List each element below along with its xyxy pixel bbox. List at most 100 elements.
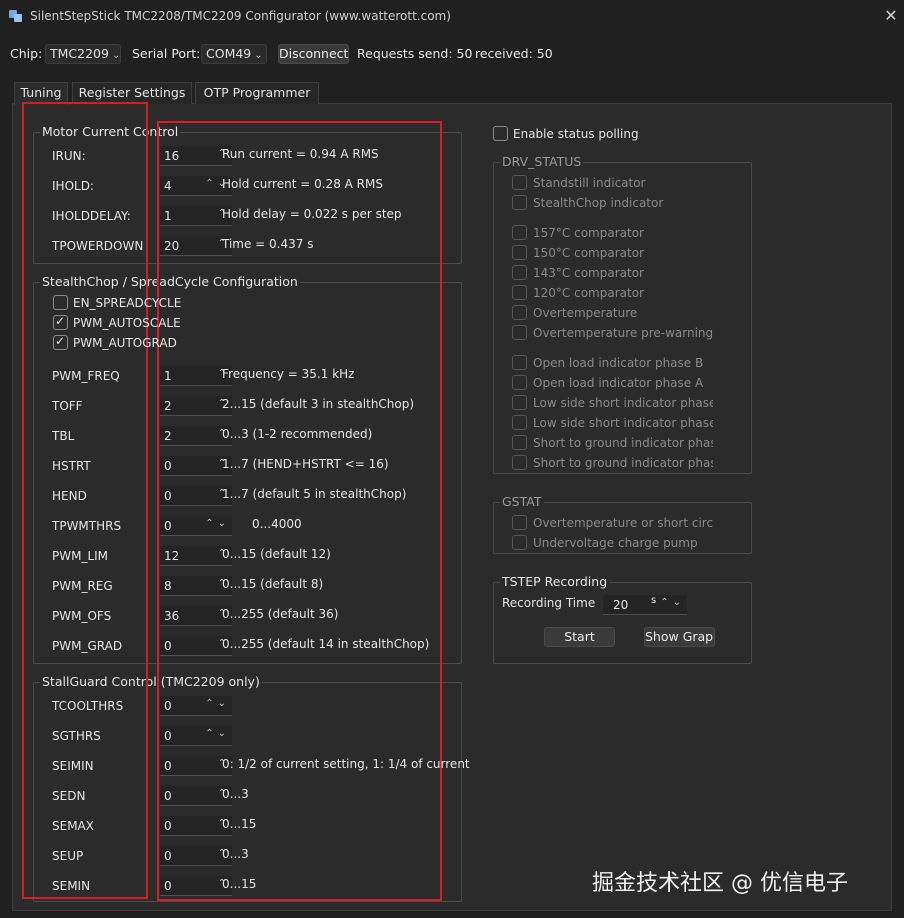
drv-status-checkbox bbox=[512, 225, 527, 240]
serial-port-select[interactable]: COM49 ⌄ bbox=[201, 44, 267, 64]
spin-arrows-icon[interactable]: ⌃⌄ bbox=[205, 698, 230, 709]
spin-arrows-icon[interactable]: ⌃⌄ bbox=[205, 728, 230, 739]
hend-value: 0 bbox=[164, 489, 172, 503]
tbl-label: TBL bbox=[52, 429, 75, 443]
drv-status-checkbox bbox=[512, 415, 527, 430]
pwm_lim-description: 0...15 (default 12) bbox=[222, 547, 331, 561]
drv-status-label: 120°C comparator bbox=[533, 286, 644, 300]
sedn-description: 0...3 bbox=[222, 787, 249, 801]
start-recording-button[interactable]: Start bbox=[544, 627, 615, 647]
drv-status-label: StealthChop indicator bbox=[533, 196, 664, 210]
pwm-autoscale-checkbox[interactable] bbox=[53, 314, 68, 330]
semin-description: 0...15 bbox=[222, 877, 257, 891]
semin-label: SEMIN bbox=[52, 879, 91, 893]
pwm_freq-description: Frequency = 35.1 kHz bbox=[222, 367, 355, 381]
tab-register-settings[interactable]: Register Settings bbox=[72, 82, 192, 104]
drv-status-label: Open load indicator phase B bbox=[533, 356, 704, 370]
pwm_ofs-label: PWM_OFS bbox=[52, 609, 112, 623]
requests-sent-text: Requests send: 50 bbox=[357, 46, 473, 61]
pwm_lim-value: 12 bbox=[164, 549, 180, 563]
drv-status-label: Low side short indicator phase bbox=[533, 416, 713, 430]
pwm_grad-label: PWM_GRAD bbox=[52, 639, 123, 653]
ihold-label: IHOLD: bbox=[52, 179, 94, 193]
watermark-text: 掘金技术社区 @ 优信电子 bbox=[592, 871, 848, 896]
pwm_lim-label: PWM_LIM bbox=[52, 549, 109, 563]
requests-received-text: received: 50 bbox=[475, 46, 553, 61]
drv-status-checkbox bbox=[512, 395, 527, 410]
semax-value: 0 bbox=[164, 819, 172, 833]
irun-description: Run current = 0.94 A RMS bbox=[222, 147, 379, 161]
drv-status-checkbox bbox=[512, 285, 527, 300]
irun-label: IRUN: bbox=[52, 149, 86, 163]
drv-status-checkbox bbox=[512, 435, 527, 450]
sgthrs-value: 0 bbox=[164, 729, 172, 743]
pwm_freq-value: 1 bbox=[164, 369, 172, 383]
tab-otp-programmer[interactable]: OTP Programmer bbox=[195, 82, 319, 104]
drv-status-checkbox bbox=[512, 305, 527, 320]
chip-select[interactable]: TMC2209 ⌄ bbox=[45, 44, 121, 64]
tpowerdown-description: Time = 0.437 s bbox=[222, 237, 314, 251]
drv-status-checkbox bbox=[512, 455, 527, 470]
spin-arrows-icon[interactable]: ⌃⌄ bbox=[660, 597, 685, 608]
tpwmthrs-spinbox[interactable]: 0 ⌃⌄ bbox=[160, 516, 232, 536]
iholddelay-label: IHOLDDELAY: bbox=[52, 209, 131, 223]
hend-label: HEND bbox=[52, 489, 87, 503]
sgthrs-spinbox[interactable]: 0 ⌃⌄ bbox=[160, 726, 232, 746]
drv-status-label: Short to ground indicator phas bbox=[533, 436, 713, 450]
gstat-checkbox bbox=[512, 535, 527, 550]
seimin-label: SEIMIN bbox=[52, 759, 94, 773]
recording-time-label: Recording Time bbox=[502, 596, 596, 610]
show-graph-button[interactable]: Show Graph bbox=[644, 627, 715, 647]
window-title: SilentStepStick TMC2208/TMC2209 Configur… bbox=[30, 9, 451, 23]
pwm_reg-description: 0...15 (default 8) bbox=[222, 577, 324, 591]
hend-description: 1...7 (default 5 in stealthChop) bbox=[222, 487, 407, 501]
drv-status-label: 157°C comparator bbox=[533, 226, 644, 240]
seup-description: 0...3 bbox=[222, 847, 249, 861]
chip-label: Chip: bbox=[10, 46, 43, 61]
tcoolthrs-spinbox[interactable]: 0 ⌃⌄ bbox=[160, 696, 232, 716]
sedn-value: 0 bbox=[164, 789, 172, 803]
drv-status-label: Overtemperature pre-warning bbox=[533, 326, 713, 340]
drv-status-label: 143°C comparator bbox=[533, 266, 644, 280]
chevron-down-icon: ⌄ bbox=[254, 50, 263, 61]
tpowerdown-label: TPOWERDOWN bbox=[52, 239, 144, 253]
close-icon[interactable]: ✕ bbox=[880, 5, 902, 27]
recording-time-spinbox[interactable]: 20 s ⌃⌄ bbox=[603, 595, 687, 615]
serial-port-label: Serial Port: bbox=[132, 46, 201, 61]
pwm-autoscale-label: PWM_AUTOSCALE bbox=[73, 316, 181, 330]
en-spreadcycle-checkbox[interactable] bbox=[53, 295, 68, 310]
drv-status-checkbox bbox=[512, 175, 527, 190]
status-polling-label: Enable status polling bbox=[513, 127, 639, 141]
hstrt-label: HSTRT bbox=[52, 459, 91, 473]
drv-status-label: 150°C comparator bbox=[533, 246, 644, 260]
spin-arrows-icon[interactable]: ⌃⌄ bbox=[205, 518, 230, 529]
drv-status-label: Standstill indicator bbox=[533, 176, 646, 190]
irun-value: 16 bbox=[164, 149, 180, 163]
seup-value: 0 bbox=[164, 849, 172, 863]
tbl-value: 2 bbox=[164, 429, 172, 443]
drv-status-checkbox bbox=[512, 265, 527, 280]
toff-value: 2 bbox=[164, 399, 172, 413]
drv-status-label: Short to ground indicator phas bbox=[533, 456, 713, 470]
iholddelay-description: Hold delay = 0.022 s per step bbox=[222, 207, 402, 221]
pwm_reg-label: PWM_REG bbox=[52, 579, 113, 593]
en-spreadcycle-label: EN_SPREADCYCLE bbox=[73, 296, 182, 310]
tpwmthrs-description: 0...4000 bbox=[252, 517, 302, 531]
pwm-autograd-checkbox[interactable] bbox=[53, 334, 68, 350]
disconnect-button[interactable]: Disconnect bbox=[278, 44, 349, 64]
semax-description: 0...15 bbox=[222, 817, 257, 831]
semax-label: SEMAX bbox=[52, 819, 94, 833]
pwm_ofs-value: 36 bbox=[164, 609, 180, 623]
app-icon bbox=[9, 10, 22, 22]
recording-time-value: 20 bbox=[613, 598, 629, 612]
drv-status-label: Open load indicator phase A bbox=[533, 376, 704, 390]
drv-status-checkbox bbox=[512, 375, 527, 390]
toff-description: 2...15 (default 3 in stealthChop) bbox=[222, 397, 415, 411]
gstat-label: Undervoltage charge pump bbox=[533, 536, 698, 550]
status-polling-checkbox[interactable] bbox=[493, 126, 508, 141]
seimin-description: 0: 1/2 of current setting, 1: 1/4 of cur… bbox=[222, 757, 470, 771]
pwm_ofs-description: 0...255 (default 36) bbox=[222, 607, 339, 621]
drv-status-checkbox bbox=[512, 195, 527, 210]
semin-value: 0 bbox=[164, 879, 172, 893]
pwm_freq-label: PWM_FREQ bbox=[52, 369, 120, 383]
